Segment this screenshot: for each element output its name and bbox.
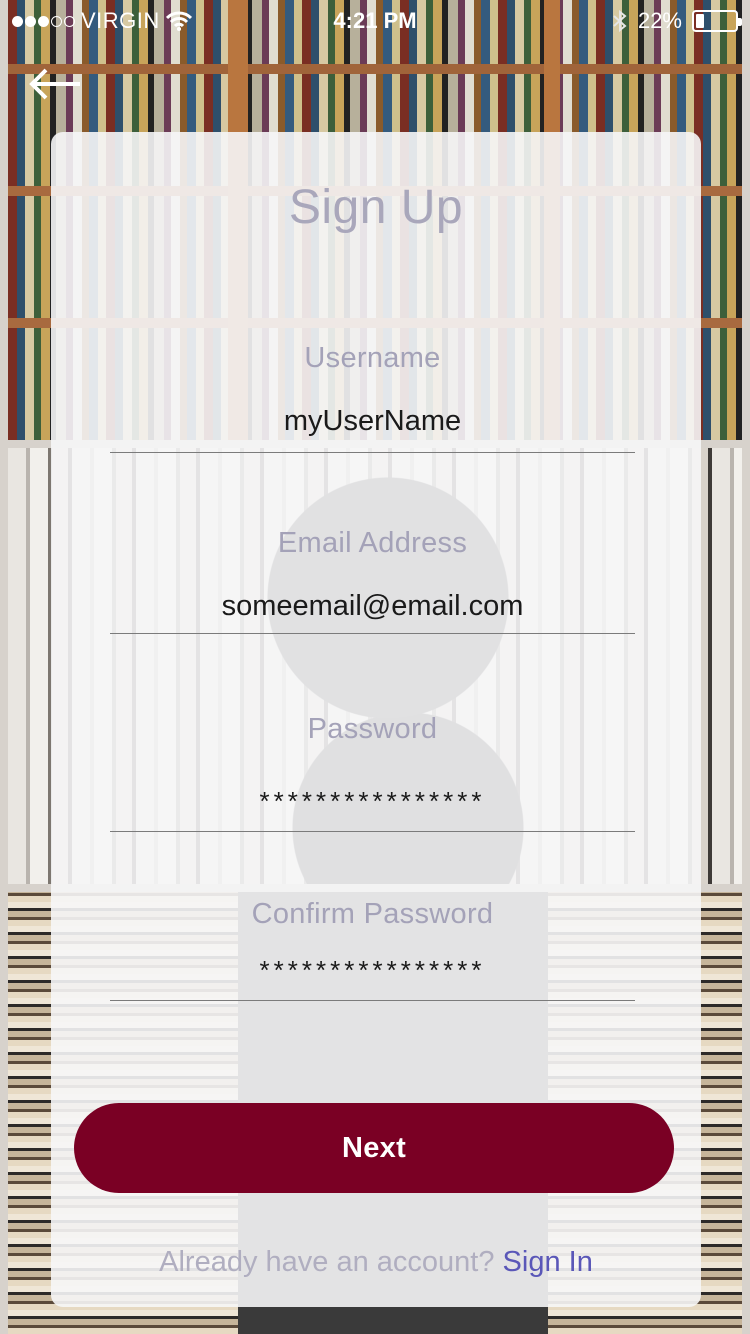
confirm-password-field: Confirm Password **************** xyxy=(110,898,635,1001)
page-title: Sign Up xyxy=(288,181,464,234)
email-field: Email Address someemail@email.com xyxy=(110,527,635,634)
confirm-password-underline xyxy=(110,1000,635,1001)
username-input[interactable]: myUserName xyxy=(110,405,635,438)
signup-card: Sign Up Username myUserName Email Addres… xyxy=(51,132,701,1307)
username-field: Username myUserName xyxy=(110,342,635,453)
signin-link[interactable]: Sign In xyxy=(503,1246,593,1278)
password-label: Password xyxy=(307,713,438,745)
next-button[interactable]: Next xyxy=(74,1103,674,1193)
password-underline xyxy=(110,831,635,832)
username-label: Username xyxy=(304,342,441,374)
signin-prompt-text: Already have an account? xyxy=(159,1246,495,1278)
confirm-password-label: Confirm Password xyxy=(251,898,494,930)
battery-icon xyxy=(692,10,742,32)
email-underline xyxy=(110,633,635,634)
email-input[interactable]: someemail@email.com xyxy=(110,590,635,623)
back-button[interactable] xyxy=(26,62,86,106)
signin-prompt: Already have an account? Sign In xyxy=(51,1246,701,1279)
email-label: Email Address xyxy=(277,527,468,559)
confirm-password-input[interactable]: **************** xyxy=(110,955,635,986)
arrow-left-icon xyxy=(29,68,80,100)
bluetooth-icon xyxy=(613,9,627,33)
status-bar: VIRGIN 4:21 PM 22% xyxy=(0,0,750,40)
battery-percent: 22% xyxy=(637,8,682,33)
password-input[interactable]: **************** xyxy=(110,786,635,817)
password-field: Password **************** xyxy=(110,713,635,832)
battery-level xyxy=(696,14,705,28)
status-right: 22% xyxy=(612,8,742,34)
username-underline xyxy=(110,452,635,453)
